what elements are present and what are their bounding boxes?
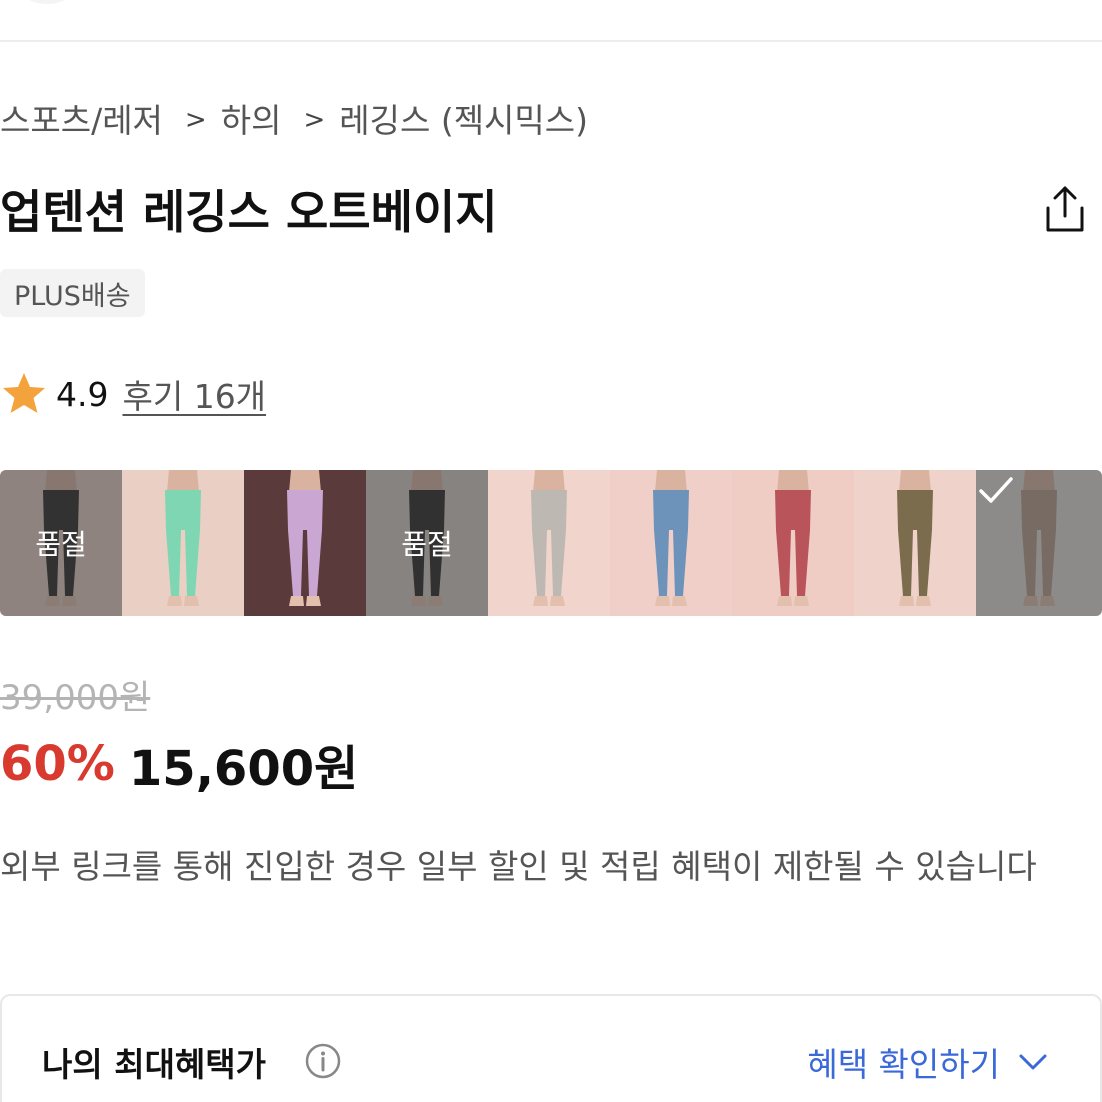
product-title: 업텐션 레깅스 오트베이지 [0, 185, 498, 239]
variant-thumb-lavender[interactable] [244, 470, 366, 616]
discount-rate: 60% [0, 736, 115, 792]
breadcrumb-separator-icon: > [184, 105, 207, 135]
check-icon [979, 477, 1013, 503]
max-benefit-panel: 나의 최대혜택가 혜택 확인하기 [0, 994, 1102, 1102]
chevron-down-icon [1019, 1054, 1047, 1070]
breadcrumb-separator-icon: > [303, 105, 326, 135]
breadcrumb-item-bottoms[interactable]: 하의 [221, 94, 282, 142]
variant-photo [488, 470, 610, 616]
share-button[interactable] [1042, 184, 1088, 234]
sold-out-overlay: 품절 [0, 470, 122, 616]
variant-thumb-red[interactable] [732, 470, 854, 616]
sale-price: 15,600원 [128, 741, 359, 797]
variant-thumb-mint[interactable] [122, 470, 244, 616]
breadcrumb: 스포츠/레저 > 하의 > 레깅스 (젝시믹스) [0, 96, 588, 140]
variant-thumb-oat-beige[interactable] [976, 470, 1102, 616]
sold-out-label: 품절 [35, 528, 87, 561]
selected-overlay [976, 470, 1102, 616]
variant-thumb-blue[interactable] [610, 470, 732, 616]
variant-photo [732, 470, 854, 616]
variant-thumb-black-2[interactable]: 품절 [366, 470, 488, 616]
original-price: 39,000원 [0, 678, 151, 718]
product-page: 스포츠/레저 > 하의 > 레깅스 (젝시믹스) 업텐션 레깅스 오트베이지 P… [0, 0, 1102, 1102]
variant-thumb-olive[interactable] [854, 470, 976, 616]
share-icon [1046, 186, 1084, 232]
variant-photo [122, 470, 244, 616]
sold-out-label: 품절 [401, 528, 453, 561]
variant-thumbnail-strip: 품절 품절 [0, 470, 1102, 616]
top-header-strip [0, 0, 1102, 42]
price-row: 60% 15,600원 [0, 732, 359, 797]
benefit-link-label: 혜택 확인하기 [807, 1045, 1000, 1084]
variant-photo [610, 470, 732, 616]
sold-out-overlay: 품절 [366, 470, 488, 616]
variant-photo [854, 470, 976, 616]
reviews-link[interactable]: 후기 16개 [122, 370, 266, 418]
rating-score: 4.9 [56, 374, 109, 414]
header-logo-fragment [24, 0, 70, 4]
rating-row: 4.9 후기 16개 [0, 370, 266, 418]
variant-thumb-gray[interactable] [488, 470, 610, 616]
benefit-check-link[interactable]: 혜택 확인하기 [807, 1038, 1048, 1086]
breadcrumb-item-sports[interactable]: 스포츠/레저 [0, 94, 163, 142]
star-icon [3, 373, 45, 413]
external-link-notice: 외부 링크를 통해 진입한 경우 일부 할인 및 적립 혜택이 제한될 수 있습… [0, 847, 1037, 886]
info-icon[interactable] [304, 1042, 342, 1080]
variant-photo [244, 470, 366, 616]
breadcrumb-item-leggings[interactable]: 레깅스 (젝시믹스) [339, 94, 588, 142]
variant-thumb-black[interactable]: 품절 [0, 470, 122, 616]
benefit-title: 나의 최대혜택가 [42, 1045, 267, 1084]
plus-delivery-badge: PLUS배송 [0, 269, 145, 317]
